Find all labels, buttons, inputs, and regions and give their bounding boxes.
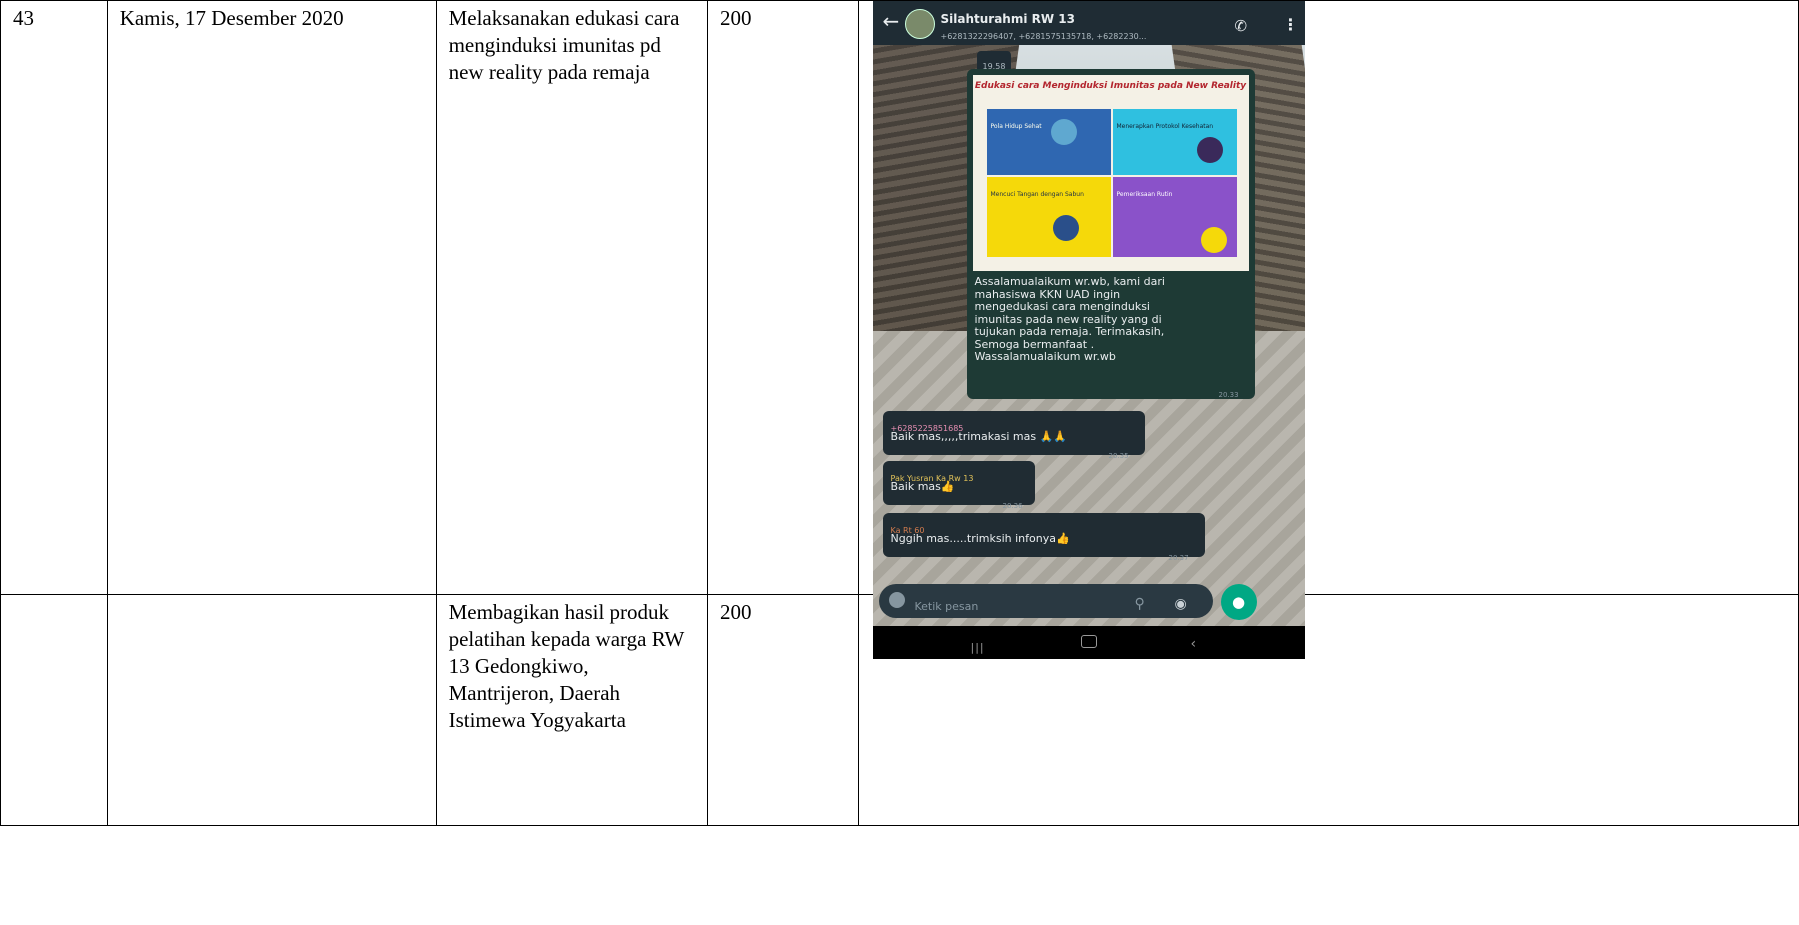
message-input[interactable]: Ketik pesan ⚲ ◉ <box>878 584 1213 620</box>
menu-dots-icon[interactable]: ⋮ <box>1283 11 1299 38</box>
mic-icon: ● <box>1231 593 1246 611</box>
image-message-bubble[interactable]: Edukasi cara Menginduksi Imunitas pada N… <box>966 69 1255 399</box>
person-figure-icon <box>1052 215 1079 241</box>
table-row: 43 Kamis, 17 Desember 2020 Melaksanakan … <box>0 0 1799 659</box>
documentation-cell: ← Silahturahmi RW 13 +6281322296407, +62… <box>857 0 1799 659</box>
reply-time: 20.37 <box>1168 554 1189 562</box>
nav-back-icon[interactable]: ‹ <box>1191 631 1197 658</box>
avatar[interactable] <box>904 9 935 39</box>
activity-cell: Membagikan hasil produk pelatihan kepada… <box>435 594 708 826</box>
date-cell <box>106 594 437 826</box>
back-arrow-icon[interactable]: ← <box>883 11 900 31</box>
emoji-icon[interactable] <box>888 592 905 608</box>
chat-participants: +6281322296407, +6281575135718, +6282230… <box>940 32 1147 41</box>
camera-icon[interactable]: ◉ <box>1175 591 1187 618</box>
reply-bubble[interactable]: +6285225851685 Baik mas,,,,,trimakasi ma… <box>882 411 1145 460</box>
row-number-cell <box>0 594 108 826</box>
person-figure-icon <box>1050 119 1077 145</box>
add-call-icon[interactable]: ✆ <box>1235 13 1248 40</box>
activity-log-table: 43 Kamis, 17 Desember 2020 Melaksanakan … <box>0 0 1799 826</box>
person-figure-icon <box>1200 227 1227 253</box>
poster-panel: Pemeriksaan Rutin <box>1112 177 1237 257</box>
reply-time: 20.35 <box>1108 452 1129 460</box>
home-icon[interactable] <box>1080 635 1097 648</box>
poster-title: Edukasi cara Menginduksi Imunitas pada N… <box>974 81 1247 91</box>
poster-panel: Pola Hidup Sehat <box>986 109 1111 175</box>
row-number-cell: 43 <box>0 0 108 595</box>
android-nav-bar: ||| ‹ <box>872 626 1305 659</box>
activity-cell: Melaksanakan edukasi cara menginduksi im… <box>435 0 708 595</box>
reply-text: Nggih mas.....trimksih infonya👍 <box>890 532 1070 545</box>
whatsapp-screenshot: ← Silahturahmi RW 13 +6281322296407, +62… <box>872 1 1305 659</box>
reply-text: Baik mas👍 <box>890 480 955 493</box>
poster-panel: Mencuci Tangan dengan Sabun <box>986 177 1111 257</box>
input-placeholder[interactable]: Ketik pesan <box>915 593 979 620</box>
mic-button[interactable]: ● <box>1220 584 1257 620</box>
person-figure-icon <box>1196 137 1223 163</box>
reply-bubble[interactable]: Pak Yusran Ka Rw 13 Baik mas👍 20.36 <box>882 461 1035 510</box>
message-time: 20.33 <box>1218 391 1239 399</box>
value-cell: 200 <box>706 0 859 595</box>
poster-panel: Menerapkan Protokol Kesehatan <box>1112 109 1237 175</box>
reply-bubble[interactable]: Ka Rt 60 Nggih mas.....trimksih infonya👍… <box>882 513 1205 562</box>
message-text: Assalamualaikum wr.wb, kami dari mahasis… <box>974 275 1166 363</box>
attach-icon[interactable]: ⚲ <box>1135 591 1145 618</box>
reply-text: Baik mas,,,,,trimakasi mas 🙏🙏 <box>890 430 1068 443</box>
date-cell: Kamis, 17 Desember 2020 <box>106 0 437 595</box>
education-poster[interactable]: Edukasi cara Menginduksi Imunitas pada N… <box>972 75 1249 271</box>
value-cell: 200 <box>706 594 859 826</box>
chat-header: ← Silahturahmi RW 13 +6281322296407, +62… <box>872 1 1305 45</box>
recent-apps-icon[interactable]: ||| <box>971 634 985 659</box>
